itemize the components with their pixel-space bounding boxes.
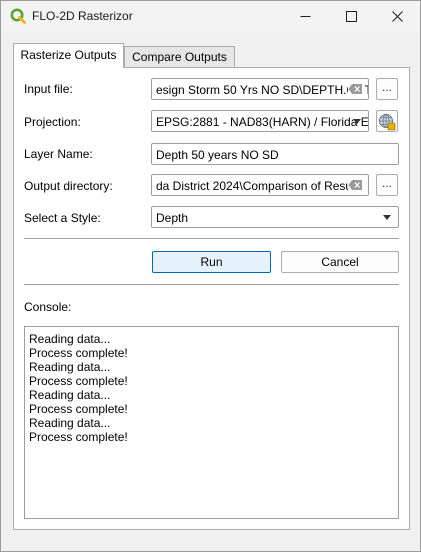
divider — [24, 284, 399, 285]
globe-icon — [379, 114, 396, 131]
console-line: Reading data... — [29, 332, 111, 346]
chevron-down-icon — [383, 215, 391, 220]
console-output[interactable]: Reading data... Process complete! Readin… — [24, 326, 399, 519]
browse-output-directory-button[interactable]: ... — [376, 174, 398, 196]
maximize-button[interactable] — [328, 1, 374, 32]
output-directory-field[interactable]: da District 2024\Comparison of Results — [151, 174, 369, 196]
layer-name-value: Depth 50 years NO SD — [156, 148, 279, 162]
console-line: Process complete! — [29, 346, 128, 360]
clear-output-directory-icon[interactable] — [348, 179, 364, 191]
console-label: Console: — [24, 300, 72, 314]
console-line: Process complete! — [29, 430, 128, 444]
layer-name-label: Layer Name: — [24, 147, 93, 161]
console-line: Reading data... — [29, 360, 111, 374]
console-line: Process complete! — [29, 402, 128, 416]
select-crs-button[interactable] — [376, 110, 398, 132]
minimize-button[interactable] — [282, 1, 328, 32]
projection-value: EPSG:2881 - NAD83(HARN) / Florida Ea — [156, 115, 369, 129]
console-line: Reading data... — [29, 416, 111, 430]
main-window: FLO-2D Rasterizor Rasterize Outputs Comp… — [0, 0, 421, 552]
clear-input-file-icon[interactable] — [348, 83, 364, 95]
qgis-logo-icon — [10, 8, 26, 24]
console-line: Process complete! — [29, 374, 128, 388]
style-select[interactable]: Depth — [151, 206, 399, 228]
layer-name-input[interactable]: Depth 50 years NO SD — [151, 143, 399, 165]
input-file-value: esign Storm 50 Yrs NO SD\DEPTH.OUT — [156, 83, 369, 97]
title-bar[interactable]: FLO-2D Rasterizor — [1, 1, 420, 32]
output-directory-label: Output directory: — [24, 179, 113, 193]
browse-input-file-button[interactable]: ... — [376, 78, 398, 100]
console-line: Reading data... — [29, 388, 111, 402]
close-icon — [391, 11, 403, 22]
run-button[interactable]: Run — [152, 251, 271, 273]
window-title: FLO-2D Rasterizor — [32, 9, 133, 23]
cancel-button[interactable]: Cancel — [281, 251, 399, 273]
input-file-label: Input file: — [24, 82, 73, 96]
tab-rasterize-outputs[interactable]: Rasterize Outputs — [13, 43, 124, 68]
projection-select[interactable]: EPSG:2881 - NAD83(HARN) / Florida Ea — [151, 110, 369, 132]
divider — [24, 238, 399, 239]
output-directory-value: da District 2024\Comparison of Results — [156, 179, 365, 193]
maximize-icon — [345, 11, 357, 22]
tab-compare-outputs[interactable]: Compare Outputs — [124, 46, 235, 68]
style-label: Select a Style: — [24, 211, 101, 225]
close-button[interactable] — [374, 1, 420, 32]
minimize-icon — [300, 16, 310, 17]
input-file-field[interactable]: esign Storm 50 Yrs NO SD\DEPTH.OUT — [151, 78, 369, 100]
projection-label: Projection: — [24, 115, 81, 129]
chevron-down-icon — [353, 119, 361, 124]
style-value: Depth — [156, 211, 189, 225]
